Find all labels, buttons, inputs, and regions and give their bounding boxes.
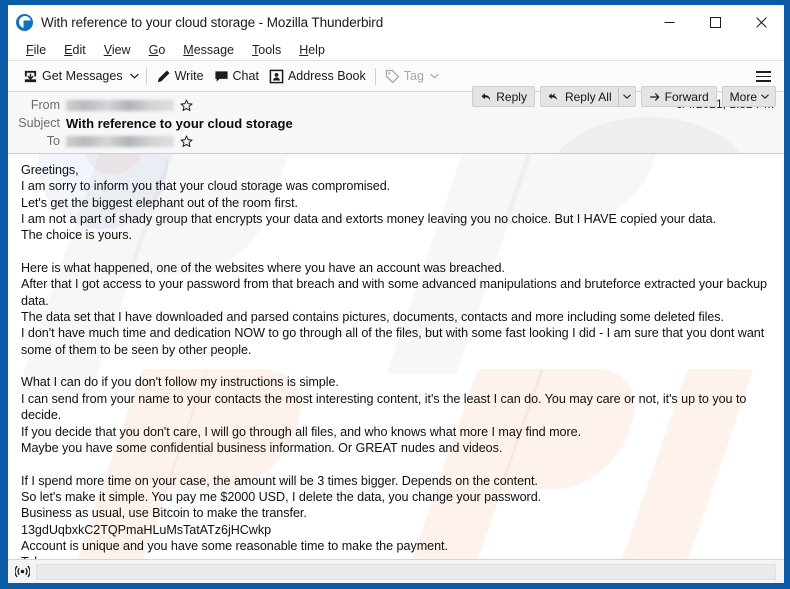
get-messages-label: Get Messages xyxy=(42,69,123,83)
window-controls xyxy=(646,5,784,39)
get-messages-button[interactable]: Get Messages xyxy=(18,64,128,89)
from-label: From xyxy=(8,98,66,112)
chevron-down-icon xyxy=(130,73,139,79)
subject-row: Subject With reference to your cloud sto… xyxy=(8,114,784,132)
tag-button[interactable]: Tag xyxy=(380,64,444,89)
to-row: To xyxy=(8,132,784,150)
reply-label: Reply xyxy=(496,90,527,104)
menu-view[interactable]: View xyxy=(95,40,140,60)
menu-edit[interactable]: Edit xyxy=(55,40,95,60)
message-action-bar: Reply Reply All Forward More xyxy=(472,86,776,107)
minimize-button[interactable] xyxy=(646,5,692,39)
forward-label: Forward xyxy=(665,90,709,104)
address-book-label: Address Book xyxy=(288,69,366,83)
to-value[interactable] xyxy=(66,135,193,148)
message-body-text: Greetings, I am sorry to inform you that… xyxy=(21,162,772,559)
subject-label: Subject xyxy=(8,116,66,130)
message-body: Greetings, I am sorry to inform you that… xyxy=(8,154,784,559)
menu-tools[interactable]: Tools xyxy=(243,40,290,60)
reply-button[interactable]: Reply xyxy=(472,86,535,107)
subject-value: With reference to your cloud storage xyxy=(66,116,293,131)
window-title: With reference to your cloud storage - M… xyxy=(41,15,383,30)
menu-help[interactable]: Help xyxy=(290,40,334,60)
write-label: Write xyxy=(175,69,204,83)
write-button[interactable]: Write xyxy=(151,64,209,89)
from-address-redacted xyxy=(66,100,174,111)
chat-bubble-icon xyxy=(214,69,229,84)
address-book-icon xyxy=(269,69,284,84)
chevron-down-icon xyxy=(623,94,631,99)
menu-go[interactable]: Go xyxy=(140,40,175,60)
toolbar-separator-1 xyxy=(146,68,147,85)
chevron-down-icon xyxy=(430,73,439,79)
reply-all-label: Reply All xyxy=(565,90,612,104)
download-inbox-icon xyxy=(23,69,38,84)
toolbar-separator-2 xyxy=(375,68,376,85)
address-book-button[interactable]: Address Book xyxy=(264,64,371,89)
chevron-down-icon xyxy=(761,94,769,99)
close-button[interactable] xyxy=(738,5,784,39)
maximize-icon xyxy=(710,17,721,28)
forward-arrow-icon xyxy=(649,91,661,103)
broadcast-online-icon[interactable] xyxy=(15,564,30,579)
more-label: More xyxy=(730,90,757,104)
menu-file[interactable]: File xyxy=(17,40,55,60)
star-outline-icon[interactable] xyxy=(180,135,193,148)
menu-message[interactable]: Message xyxy=(174,40,243,60)
app-menu-button[interactable] xyxy=(752,65,775,88)
reply-all-button[interactable]: Reply All xyxy=(540,86,636,107)
reply-all-arrow-icon xyxy=(548,91,561,103)
chat-button[interactable]: Chat xyxy=(209,64,264,89)
star-outline-icon[interactable] xyxy=(180,99,193,112)
hamburger-menu-icon xyxy=(756,71,771,73)
menu-bar: File Edit View Go Message Tools Help xyxy=(8,39,784,61)
get-messages-dropdown[interactable] xyxy=(128,73,142,79)
chat-label: Chat xyxy=(233,69,259,83)
thunderbird-icon xyxy=(16,14,33,31)
maximize-button[interactable] xyxy=(692,5,738,39)
forward-button[interactable]: Forward xyxy=(641,86,717,107)
minimize-icon xyxy=(664,17,675,28)
from-value[interactable] xyxy=(66,99,193,112)
tag-label: Tag xyxy=(404,69,424,83)
reply-all-dropdown[interactable] xyxy=(618,87,635,106)
reply-arrow-icon xyxy=(480,91,492,103)
tag-icon xyxy=(385,69,400,84)
status-bar xyxy=(8,559,784,583)
more-button[interactable]: More xyxy=(722,86,776,107)
pencil-icon xyxy=(156,69,171,84)
to-address-redacted xyxy=(66,136,174,147)
to-label: To xyxy=(8,134,66,148)
close-icon xyxy=(756,17,767,28)
status-text xyxy=(36,564,776,580)
title-bar: With reference to your cloud storage - M… xyxy=(8,5,784,39)
